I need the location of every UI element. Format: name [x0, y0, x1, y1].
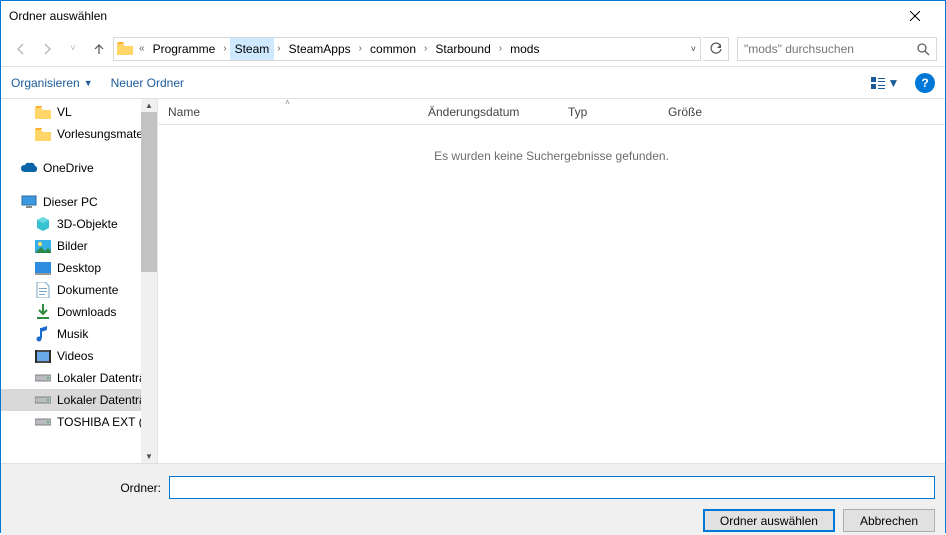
- list-header: Name˄ Änderungsdatum Typ Größe: [158, 99, 945, 125]
- help-icon: ?: [921, 76, 928, 90]
- body: VL Vorlesungsmaterial OneDrive Dieser PC 3D-…: [1, 99, 945, 463]
- breadcrumb-seg[interactable]: Steam: [230, 38, 275, 60]
- col-type[interactable]: Typ: [558, 99, 658, 124]
- help-button[interactable]: ?: [915, 73, 935, 93]
- breadcrumb-dropdown-icon[interactable]: ˅: [691, 44, 696, 54]
- videos-icon: [35, 348, 51, 364]
- select-folder-button[interactable]: Ordner auswählen: [703, 509, 835, 532]
- tree-item[interactable]: Bilder: [1, 235, 157, 257]
- tree-item-label: OneDrive: [43, 161, 94, 175]
- desktop-icon: [35, 260, 51, 276]
- tree-item-label: Dokumente: [57, 283, 118, 297]
- pc-icon: [21, 194, 37, 210]
- tree-item[interactable]: Dokumente: [1, 279, 157, 301]
- new-folder-label: Neuer Ordner: [111, 76, 184, 90]
- tree-item[interactable]: Musik: [1, 323, 157, 345]
- scroll-thumb[interactable]: [141, 112, 157, 272]
- music-icon: [35, 326, 51, 342]
- breadcrumb-seg[interactable]: SteamApps: [284, 38, 356, 60]
- col-size[interactable]: Größe: [658, 99, 758, 124]
- search-placeholder: "mods" durchsuchen: [744, 42, 854, 56]
- breadcrumb-seg[interactable]: common: [365, 38, 421, 60]
- tree-item-label: 3D-Objekte: [57, 217, 118, 231]
- scroll-down-button[interactable]: ▼: [141, 450, 157, 463]
- chevron-right-icon[interactable]: ›: [274, 43, 283, 54]
- tree-item-label: VL: [57, 105, 72, 119]
- downloads-icon: [35, 304, 51, 320]
- folder-name-input[interactable]: [169, 476, 935, 499]
- chevron-down-icon: ▼: [84, 78, 93, 88]
- tree-item-label: Desktop: [57, 261, 101, 275]
- tree-item-label: Musik: [57, 327, 88, 341]
- folder-icon: [114, 38, 136, 60]
- new-folder-button[interactable]: Neuer Ordner: [111, 76, 184, 90]
- file-list: Name˄ Änderungsdatum Typ Größe Es wurden…: [158, 99, 945, 463]
- empty-message: Es wurden keine Suchergebnisse gefunden.: [158, 125, 945, 163]
- tree-item[interactable]: Lokaler Datenträger: [1, 389, 157, 411]
- nav-tree: VL Vorlesungsmaterial OneDrive Dieser PC 3D-…: [1, 99, 158, 463]
- back-button[interactable]: [9, 37, 33, 61]
- view-options-button[interactable]: ▼: [863, 72, 907, 94]
- tree-item-label: Bilder: [57, 239, 88, 253]
- chevron-right-icon[interactable]: ›: [421, 43, 430, 54]
- chevron-right-icon[interactable]: ›: [356, 43, 365, 54]
- col-name[interactable]: Name˄: [158, 99, 418, 124]
- titlebar: Ordner auswählen: [1, 1, 945, 31]
- toolbar: Organisieren ▼ Neuer Ordner ▼ ?: [1, 66, 945, 99]
- tree-item[interactable]: Videos: [1, 345, 157, 367]
- drive-icon: [35, 370, 51, 386]
- scroll-up-button[interactable]: ▲: [141, 99, 157, 112]
- breadcrumb-seg[interactable]: Programme: [148, 38, 221, 60]
- folder-icon: [35, 104, 51, 120]
- nav-row: ˅ « Programme › Steam › SteamApps › comm…: [1, 31, 945, 66]
- breadcrumb-bar[interactable]: « Programme › Steam › SteamApps › common…: [113, 37, 701, 61]
- col-date[interactable]: Änderungsdatum: [418, 99, 558, 124]
- tree-item[interactable]: Lokaler Datenträger: [1, 367, 157, 389]
- cancel-button[interactable]: Abbrechen: [843, 509, 935, 532]
- tree-item-label: Videos: [57, 349, 93, 363]
- pictures-icon: [35, 238, 51, 254]
- recent-dropdown[interactable]: ˅: [61, 37, 85, 61]
- docs-icon: [35, 282, 51, 298]
- breadcrumb-overflow[interactable]: «: [136, 43, 148, 54]
- forward-button[interactable]: [35, 37, 59, 61]
- view-icon: [871, 77, 885, 89]
- 3d-icon: [35, 216, 51, 232]
- tree-item[interactable]: Downloads: [1, 301, 157, 323]
- window-title: Ordner auswählen: [9, 9, 107, 23]
- up-button[interactable]: [87, 37, 111, 61]
- tree-item[interactable]: 3D-Objekte: [1, 213, 157, 235]
- search-icon: [916, 42, 930, 56]
- breadcrumb-seg[interactable]: Starbound: [430, 38, 495, 60]
- tree-item[interactable]: TOSHIBA EXT (F:): [1, 411, 157, 433]
- drive-icon: [35, 414, 51, 430]
- tree-item[interactable]: Desktop: [1, 257, 157, 279]
- breadcrumb-seg[interactable]: mods: [505, 38, 544, 60]
- chevron-right-icon[interactable]: ›: [496, 43, 505, 54]
- tree-item[interactable]: Dieser PC: [1, 191, 157, 213]
- organize-menu[interactable]: Organisieren ▼: [11, 76, 93, 90]
- folder-icon: [35, 126, 51, 142]
- drive-icon: [35, 392, 51, 408]
- sort-asc-icon: ˄: [285, 98, 290, 107]
- tree-item[interactable]: OneDrive: [1, 157, 157, 179]
- tree-item[interactable]: VL: [1, 101, 157, 123]
- tree-item-label: Dieser PC: [43, 195, 98, 209]
- close-button[interactable]: [892, 2, 937, 31]
- refresh-button[interactable]: [703, 37, 729, 61]
- folder-field-label: Ordner:: [11, 481, 161, 495]
- chevron-right-icon[interactable]: ›: [220, 43, 229, 54]
- organize-label: Organisieren: [11, 76, 80, 90]
- chevron-down-icon: ˅: [70, 43, 76, 54]
- refresh-icon: [709, 42, 723, 56]
- chevron-down-icon: ▼: [888, 76, 900, 90]
- onedrive-icon: [21, 160, 37, 176]
- close-icon: [910, 11, 920, 21]
- tree-item-label: Downloads: [57, 305, 116, 319]
- tree-item[interactable]: Vorlesungsmaterial: [1, 123, 157, 145]
- search-input[interactable]: "mods" durchsuchen: [737, 37, 937, 61]
- bottom-panel: Ordner: Ordner auswählen Abbrechen: [1, 463, 945, 535]
